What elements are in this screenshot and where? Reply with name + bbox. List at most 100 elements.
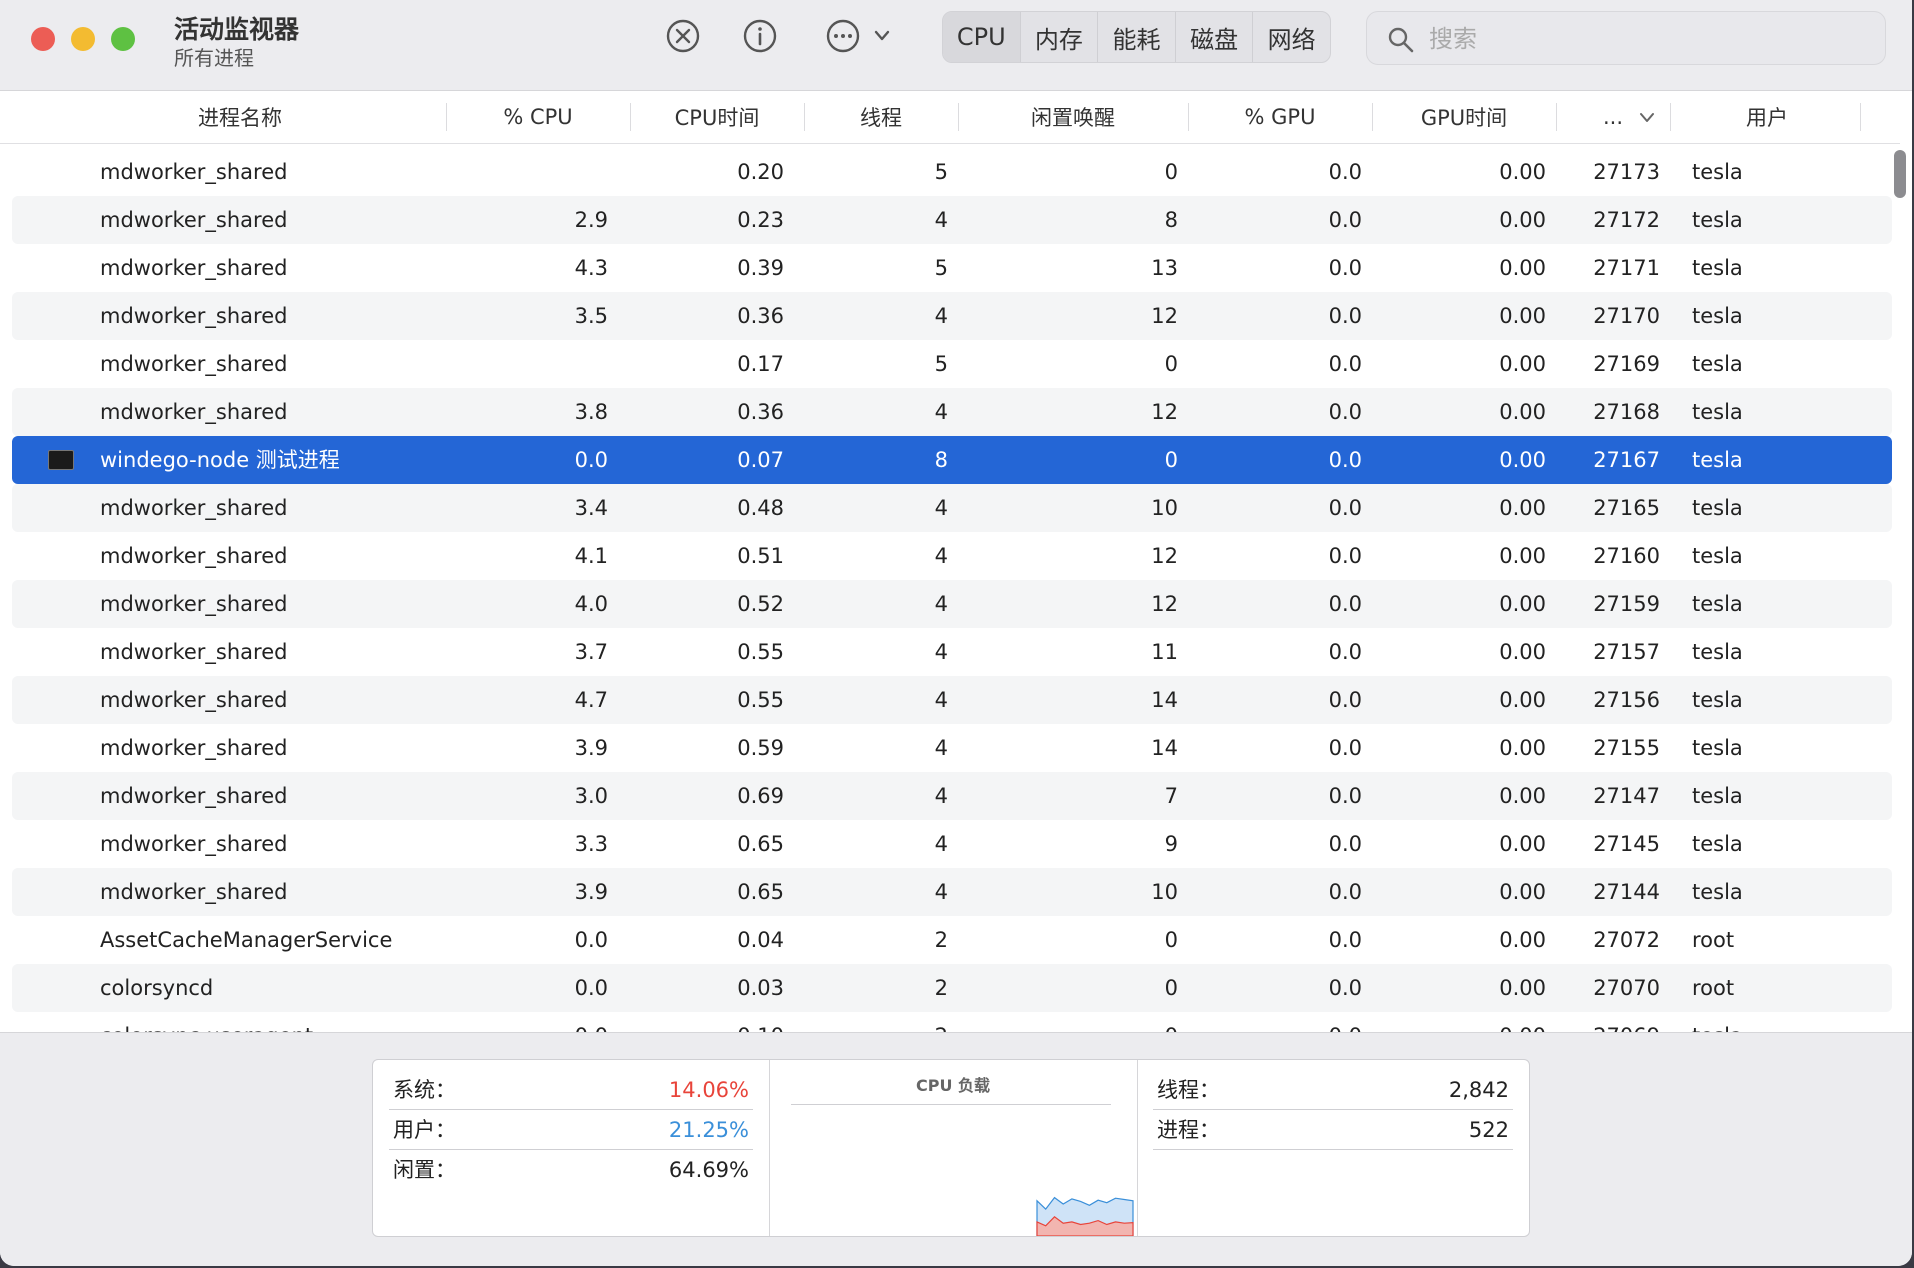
cell-cpu-time: 0.04 — [737, 928, 784, 952]
cell-process-name: mdworker_shared — [100, 352, 288, 376]
cell-idle-wakeups: 12 — [1151, 304, 1178, 328]
ellipsis-circle-icon[interactable] — [825, 18, 861, 54]
cell-gpu-percent: 0.0 — [1328, 304, 1362, 328]
cell-idle-wakeups: 9 — [1164, 832, 1178, 856]
col-cpu-percent[interactable]: % CPU — [448, 91, 628, 143]
table-row[interactable]: mdworker_shared 2.9 0.23 4 8 0.0 0.00 27172 tesl… — [12, 196, 1892, 244]
table-row[interactable]: mdworker_shared 3.9 0.65 4 10 0.0 0.00 27144 tes… — [12, 868, 1892, 916]
cell-cpu-percent: 4.3 — [574, 256, 608, 280]
cell-cpu-time: 0.59 — [737, 736, 784, 760]
table-row[interactable]: mdworker_shared 3.7 0.55 4 11 0.0 0.00 27157 tes… — [12, 628, 1892, 676]
cell-cpu-percent: 3.8 — [574, 400, 608, 424]
search-icon — [1388, 27, 1414, 53]
cell-pid: 27170 — [1593, 304, 1660, 328]
vertical-scrollbar[interactable] — [1894, 150, 1906, 198]
tab-energy[interactable]: 能耗 — [1098, 12, 1176, 62]
cell-pid: 27167 — [1593, 448, 1660, 472]
column-separator[interactable] — [1372, 103, 1373, 131]
chevron-down-icon[interactable] — [1638, 111, 1656, 125]
close-window-button[interactable] — [31, 27, 55, 51]
cell-gpu-time: 0.00 — [1366, 1012, 1546, 1032]
table-row[interactable]: colorsync.useragent0.00.10200.00.0027069… — [12, 1012, 1892, 1032]
column-separator[interactable] — [630, 103, 631, 131]
table-row[interactable]: mdworker_shared 3.8 0.36 4 12 0.0 0.00 27168 tes… — [12, 388, 1892, 436]
cell-user: tesla — [1692, 448, 1743, 472]
system-label: 系统： — [393, 1078, 456, 1102]
column-separator[interactable] — [1670, 103, 1671, 131]
cell-cpu-time: 0.17 — [737, 352, 784, 376]
system-value: 14.06% — [668, 1078, 749, 1102]
cell-cpu-time: 0.65 — [737, 832, 784, 856]
tab-memory[interactable]: 内存 — [1021, 12, 1099, 62]
cell-cpu-percent: 3.7 — [574, 640, 608, 664]
cell-gpu-percent: 0.0 — [1328, 832, 1362, 856]
cell-gpu-percent: 0.0 — [1328, 544, 1362, 568]
processes-label: 进程： — [1157, 1118, 1220, 1142]
table-row[interactable]: mdworker_shared 4.0 0.52 4 12 0.0 0.00 27159 tes… — [12, 580, 1892, 628]
col-idle-wakeups[interactable]: 闲置唤醒 — [960, 91, 1186, 143]
tab-disk[interactable]: 磁盘 — [1176, 12, 1254, 62]
col-process-name[interactable]: 进程名称 — [40, 91, 440, 143]
app-subtitle[interactable]: 所有进程 — [174, 42, 254, 71]
xmark-circle-icon[interactable] — [665, 18, 701, 54]
table-row[interactable]: mdworker_shared 0.20 5 0 0.0 0.00 27173 tesla — [12, 148, 1892, 196]
cell-cpu-time: 0.10 — [612, 1012, 784, 1032]
table-row-selected[interactable]: windego-node 测试进程 0.0 0.07 8 0 0.0 0.00 27167 te… — [12, 436, 1892, 484]
cell-user: tesla — [1692, 736, 1743, 760]
cell-user: tesla — [1692, 880, 1743, 904]
cell-user: tesla — [1692, 256, 1743, 280]
cell-idle-wakeups: 0 — [952, 1012, 1178, 1032]
tab-cpu[interactable]: CPU — [943, 12, 1021, 62]
cell-gpu-time: 0.00 — [1499, 400, 1546, 424]
column-separator[interactable] — [1556, 103, 1557, 131]
search-input[interactable] — [1427, 20, 1871, 58]
cell-process-name: mdworker_shared — [100, 496, 288, 520]
table-row[interactable]: colorsyncd 0.0 0.03 2 0 0.0 0.00 27070 root — [12, 964, 1892, 1012]
cell-user: tesla — [1692, 160, 1743, 184]
table-row[interactable]: mdworker_shared 4.3 0.39 5 13 0.0 0.00 27171 tes… — [12, 244, 1892, 292]
user-label: 用户： — [393, 1118, 456, 1142]
cell-process-name: mdworker_shared — [100, 880, 288, 904]
cell-cpu-percent: 0.0 — [574, 928, 608, 952]
table-row[interactable]: mdworker_shared 4.7 0.55 4 14 0.0 0.00 27156 tes… — [12, 676, 1892, 724]
cell-cpu-time: 0.03 — [737, 976, 784, 1000]
table-row[interactable]: mdworker_shared 3.0 0.69 4 7 0.0 0.00 27147 tesl… — [12, 772, 1892, 820]
col-threads[interactable]: 线程 — [806, 91, 956, 143]
cell-gpu-time: 0.00 — [1499, 976, 1546, 1000]
cell-threads: 8 — [934, 448, 948, 472]
table-row[interactable]: mdworker_shared 4.1 0.51 4 12 0.0 0.00 27160 tes… — [12, 532, 1892, 580]
cell-gpu-percent: 0.0 — [1328, 400, 1362, 424]
col-gpu-time[interactable]: GPU时间 — [1374, 91, 1554, 143]
table-row[interactable]: mdworker_shared 3.9 0.59 4 14 0.0 0.00 27155 tes… — [12, 724, 1892, 772]
process-count-panel: 线程： 2,842 进程： 522 — [1137, 1060, 1529, 1236]
info-circle-icon[interactable] — [742, 18, 778, 54]
table-row[interactable]: mdworker_shared 3.3 0.65 4 9 0.0 0.00 27145 tesl… — [12, 820, 1892, 868]
cell-gpu-percent: 0.0 — [1328, 736, 1362, 760]
cell-threads: 4 — [934, 784, 948, 808]
cell-gpu-percent: 0.0 — [1328, 976, 1362, 1000]
cpu-load-graph — [1036, 1196, 1134, 1236]
column-separator[interactable] — [1188, 103, 1189, 131]
cell-threads: 4 — [934, 880, 948, 904]
zoom-window-button[interactable] — [111, 27, 135, 51]
table-row[interactable]: mdworker_shared 3.5 0.36 4 12 0.0 0.00 27170 tes… — [12, 292, 1892, 340]
cell-user: tesla — [1692, 640, 1743, 664]
cell-pid: 27160 — [1593, 544, 1660, 568]
table-row[interactable]: AssetCacheManagerService 0.0 0.04 2 0 0.0 0.00… — [12, 916, 1892, 964]
cell-cpu-time: 0.51 — [737, 544, 784, 568]
cell-idle-wakeups: 13 — [1151, 256, 1178, 280]
minimize-window-button[interactable] — [71, 27, 95, 51]
cell-user: tesla — [1692, 592, 1743, 616]
tab-network[interactable]: 网络 — [1253, 12, 1330, 62]
column-separator[interactable] — [804, 103, 805, 131]
col-gpu-percent[interactable]: % GPU — [1190, 91, 1370, 143]
table-row[interactable]: mdworker_shared 0.17 5 0 0.0 0.00 27169 tesla — [12, 340, 1892, 388]
table-row[interactable]: mdworker_shared 3.4 0.48 4 10 0.0 0.00 27165 tes… — [12, 484, 1892, 532]
column-separator[interactable] — [1860, 103, 1861, 131]
col-user[interactable]: 用户 — [1672, 91, 1862, 143]
column-separator[interactable] — [958, 103, 959, 131]
col-cpu-time[interactable]: CPU时间 — [632, 91, 802, 143]
column-separator[interactable] — [446, 103, 447, 131]
chevron-down-icon[interactable] — [873, 28, 891, 44]
cell-cpu-percent: 3.0 — [574, 784, 608, 808]
